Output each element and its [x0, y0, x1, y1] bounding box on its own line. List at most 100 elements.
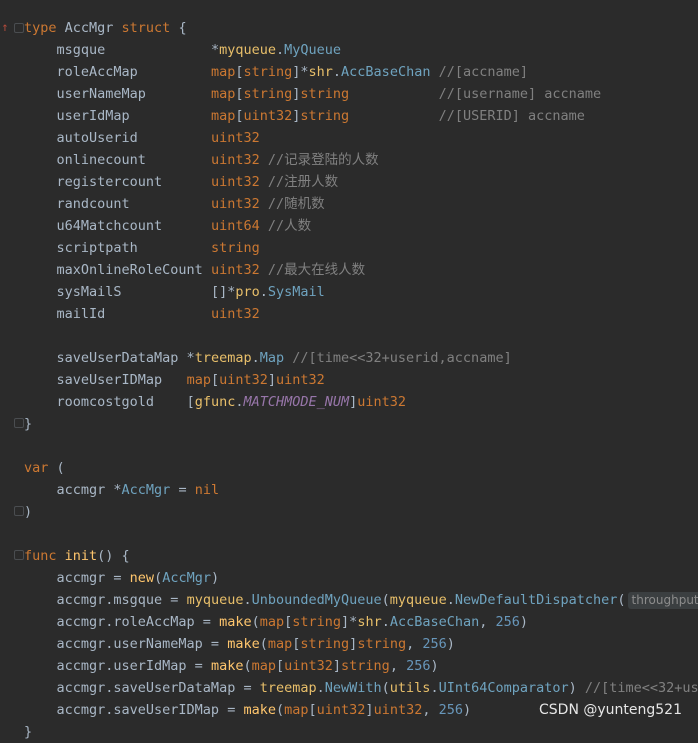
code-token: accmgr.userIdMap = — [24, 658, 211, 674]
code-token: myqueue — [219, 42, 276, 58]
code-token: ( — [154, 570, 163, 586]
code-line[interactable]: saveUserDataMap *treemap.Map //[time<<32… — [24, 347, 512, 369]
code-line[interactable]: userNameMap map[string]string //[usernam… — [24, 83, 602, 105]
code-token: new — [129, 570, 155, 586]
code-token: make — [210, 658, 244, 674]
code-line[interactable]: saveUserIDMap map[uint32]uint32 — [24, 369, 325, 391]
code-token: accmgr * — [24, 482, 122, 498]
code-token: utils — [389, 680, 431, 696]
code-token: 256 — [406, 658, 431, 674]
code-token: msgque — [24, 42, 211, 58]
code-line[interactable]: autoUserid uint32 — [24, 127, 260, 149]
code-token: make — [243, 702, 276, 718]
code-token: registercount — [24, 174, 211, 190]
code-token: onlinecount — [24, 152, 211, 168]
code-editor[interactable]: ↑ type AccMgr struct { msgque *myqueue.M… — [0, 0, 698, 740]
code-line[interactable]: accmgr.roleAccMap = make(map[string]*shr… — [24, 611, 529, 633]
code-token: roomcostgold — [24, 394, 187, 410]
code-line[interactable]: scriptpath string — [24, 237, 260, 259]
code-token: 256 — [495, 614, 520, 630]
code-token: shr — [357, 614, 382, 630]
code-token: uint32 — [210, 262, 260, 278]
code-token: uint32 — [243, 108, 293, 124]
code-token: mailId — [24, 306, 211, 322]
code-token: //随机数 — [259, 196, 325, 212]
code-line[interactable]: } — [24, 721, 32, 743]
code-token: uint32 — [210, 152, 260, 168]
code-token: myqueue — [389, 592, 447, 608]
code-line[interactable]: userIdMap map[uint32]string //[USERID] a… — [24, 105, 585, 127]
code-token: , — [479, 614, 496, 630]
code-token: ] — [332, 658, 342, 674]
code-token: AccMgr — [121, 482, 171, 498]
code-token: ) — [568, 680, 585, 696]
code-token: [ — [210, 372, 220, 388]
code-token: //[time<<32+userid,accname] — [284, 350, 512, 366]
code-token: [ — [275, 658, 285, 674]
code-line[interactable]: maxOnlineRoleCount uint32 //最大在线人数 — [24, 259, 366, 281]
code-line[interactable]: roomcostgold [gfunc.MATCHMODE_NUM]uint32 — [24, 391, 407, 413]
code-line[interactable]: ) — [24, 501, 32, 523]
code-token: treemap — [259, 680, 317, 696]
code-line[interactable]: accmgr = new(AccMgr) — [24, 567, 220, 589]
code-line[interactable]: mailId uint32 — [24, 303, 260, 325]
fold-icon[interactable] — [14, 23, 24, 33]
code-token: sysMailS — [24, 284, 211, 300]
code-token: randcount — [24, 196, 211, 212]
code-line[interactable]: accmgr *AccMgr = nil — [24, 479, 220, 501]
code-line[interactable]: onlinecount uint32 //记录登陆的人数 — [24, 149, 379, 171]
code-line[interactable]: accmgr.userIdMap = make(map[uint32]strin… — [24, 655, 439, 677]
code-token: ( — [251, 614, 260, 630]
fold-icon[interactable] — [14, 550, 24, 560]
fold-icon[interactable] — [14, 418, 24, 428]
code-line[interactable]: accmgr.saveUserDataMap = treemap.NewWith… — [24, 677, 698, 699]
code-line[interactable]: u64Matchcount uint64 //人数 — [24, 215, 312, 237]
code-token: map — [251, 658, 276, 674]
code-token: saveUserIDMap — [24, 372, 187, 388]
fold-icon[interactable] — [14, 506, 24, 516]
code-token: myqueue — [186, 592, 244, 608]
code-token: . — [275, 42, 285, 58]
code-token: [ — [186, 394, 195, 410]
code-token: MATCHMODE_NUM — [243, 394, 350, 410]
code-token: , — [406, 636, 423, 652]
code-token: NewWith — [324, 680, 382, 696]
code-token: userIdMap — [24, 108, 211, 124]
code-token: //[time<<32+user — [584, 680, 698, 696]
code-token: uint32 — [276, 372, 325, 388]
code-token: ( — [617, 592, 626, 608]
code-line[interactable]: accmgr.saveUserIDMap = make(map[uint32]u… — [24, 699, 472, 721]
code-token: . — [243, 592, 252, 608]
code-token: ( — [259, 636, 268, 652]
code-token: . — [430, 680, 439, 696]
code-line[interactable]: roleAccMap map[string]*shr.AccBaseChan /… — [24, 61, 529, 83]
code-line[interactable]: } — [24, 413, 32, 435]
code-token: accmgr.saveUserIDMap = — [24, 702, 244, 718]
code-line[interactable]: func init() { — [24, 545, 130, 567]
code-token: string — [357, 636, 407, 652]
code-line[interactable]: registercount uint32 //注册人数 — [24, 171, 339, 193]
code-token: //注册人数 — [259, 174, 339, 190]
code-token: NewDefaultDispatcher — [454, 592, 618, 608]
code-line[interactable]: var ( — [24, 457, 65, 479]
code-line[interactable]: type AccMgr struct { — [24, 17, 187, 39]
code-line[interactable]: accmgr.userNameMap = make(map[string]str… — [24, 633, 455, 655]
code-line[interactable]: accmgr.msgque = myqueue.UnboundedMyQueue… — [24, 589, 698, 611]
code-line[interactable]: randcount uint32 //随机数 — [24, 193, 325, 215]
code-token: , — [389, 658, 407, 674]
code-token: ) — [519, 614, 529, 630]
code-token: AccBaseChan — [389, 614, 480, 630]
code-token: string — [341, 658, 390, 674]
code-token: ) — [430, 658, 439, 674]
code-token: , — [422, 702, 439, 718]
code-token: string — [243, 86, 293, 102]
code-line[interactable]: msgque *myqueue.MyQueue — [24, 39, 342, 61]
error-marker-icon[interactable]: ↑ — [0, 20, 10, 34]
code-token: map — [210, 108, 236, 124]
code-token: []* — [210, 284, 236, 300]
code-token: } — [24, 416, 33, 432]
param-hint: throughput: — [627, 592, 698, 609]
code-token: pro — [235, 284, 260, 300]
code-token: ] — [365, 702, 374, 718]
code-line[interactable]: sysMailS []*pro.SysMail — [24, 281, 325, 303]
